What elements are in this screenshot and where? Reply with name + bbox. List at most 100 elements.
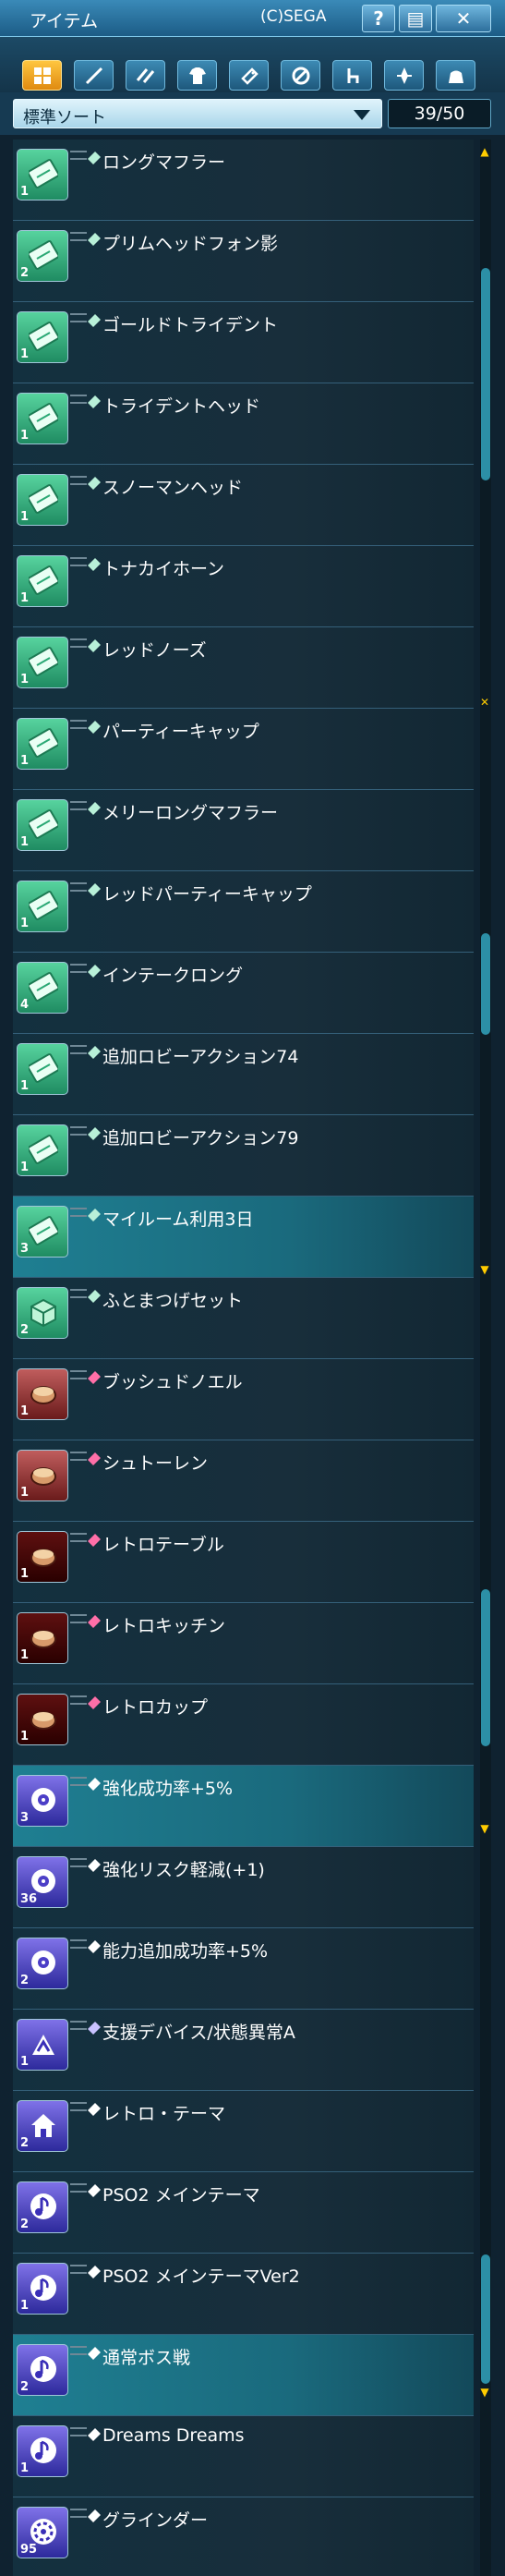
list-item[interactable]: 1 パーティーキャップ [13, 709, 474, 790]
item-quantity: 1 [20, 347, 30, 361]
furniture-icon: 1 [17, 1368, 68, 1420]
scrollbar-thumb-4[interactable] [481, 2254, 490, 2384]
item-name: スノーマンヘッド [102, 478, 244, 498]
item-type-icon [87, 1939, 102, 1955]
equals-icon [70, 1858, 87, 1867]
item-type-icon [87, 2265, 102, 2280]
item-quantity: 1 [20, 1648, 30, 1662]
item-name: PSO2 メインテーマ [102, 2185, 260, 2205]
window-title: アイテム [30, 11, 99, 31]
list-item[interactable]: 1 追加ロビーアクション79 [13, 1115, 474, 1197]
item-name: ロングマフラー [102, 152, 226, 173]
item-type-icon [87, 557, 102, 573]
item-name: マイルーム利用3日 [102, 1209, 254, 1230]
list-item[interactable]: 1 シュトーレン [13, 1440, 474, 1522]
item-name: PSO2 メインテーマVer2 [102, 2266, 300, 2287]
equals-icon [70, 557, 87, 566]
ticket-icon: 1 [17, 1043, 68, 1095]
bag-category-tab[interactable] [436, 60, 475, 91]
scrollbar-thumb-2[interactable] [481, 933, 490, 1035]
list-item[interactable]: 1 レッドパーティーキャップ [13, 871, 474, 953]
scrollbar-thumb-3[interactable] [481, 1589, 490, 1746]
item-quantity: 1 [20, 1730, 30, 1744]
list-item[interactable]: 1 レトロキッチン [13, 1603, 474, 1684]
list-item[interactable]: 2 能力追加成功率+5% [13, 1928, 474, 2010]
armor-category-icon [188, 67, 206, 84]
item-name: レトロ・テーマ [102, 2104, 226, 2124]
item-quantity: 2 [20, 2380, 30, 2394]
list-item[interactable]: 3 強化成功率+5% [13, 1766, 474, 1847]
list-item[interactable]: 36 強化リスク軽減(+1) [13, 1847, 474, 1928]
equals-icon [70, 232, 87, 241]
disc-icon: 2 [17, 1938, 68, 1989]
home-icon: 2 [17, 2100, 68, 2152]
help-button[interactable]: ? [362, 5, 395, 32]
music-icon: 2 [17, 2181, 68, 2233]
unit-category-tab[interactable] [281, 60, 320, 91]
equals-icon [70, 2021, 87, 2030]
item-quantity: 1 [20, 1567, 30, 1581]
list-item[interactable]: 1 スノーマンヘッド [13, 465, 474, 546]
ticket-icon: 3 [17, 1206, 68, 1258]
list-item[interactable]: 1 メリーロングマフラー [13, 790, 474, 871]
equals-icon [70, 2183, 87, 2193]
item-name: ブッシュドノエル [102, 1372, 243, 1392]
scrollbar-track[interactable] [480, 140, 491, 2576]
list-item[interactable]: 1 トナカイホーン [13, 546, 474, 627]
list-item[interactable]: 95 グラインダー [13, 2497, 474, 2576]
list-item[interactable]: 1 追加ロビーアクション74 [13, 1034, 474, 1115]
equals-icon [70, 801, 87, 810]
item-type-icon [87, 964, 102, 979]
weapon-category-tab[interactable] [74, 60, 114, 91]
ticket-icon: 1 [17, 311, 68, 363]
list-item[interactable]: 1 Dreams Dreams [13, 2416, 474, 2497]
item-type-icon [87, 882, 102, 898]
accessory-category-icon [240, 67, 259, 85]
list-item[interactable]: 1 レトロカップ [13, 1684, 474, 1766]
list-item[interactable]: 4 インテークロング [13, 953, 474, 1034]
list-item[interactable]: 1 ブッシュドノエル [13, 1359, 474, 1440]
sort-dropdown[interactable]: 標準ソート [13, 99, 382, 128]
list-item[interactable]: 1 ロングマフラー [13, 140, 474, 221]
list-item[interactable]: 2 通常ボス戦 [13, 2335, 474, 2416]
item-name: 能力追加成功率+5% [102, 1941, 269, 1962]
equals-icon [70, 1695, 87, 1705]
item-quantity: 3 [20, 1242, 30, 1256]
double-weapon-category-tab[interactable] [126, 60, 165, 91]
list-item[interactable]: 1 支援デバイス/状態異常A [13, 2010, 474, 2091]
scrollbar-thumb[interactable] [481, 268, 490, 480]
list-item[interactable]: 1 ゴールドトライデント [13, 302, 474, 383]
item-name: レッドノーズ [102, 640, 207, 661]
list-item[interactable]: 2 PSO2 メインテーマ [13, 2172, 474, 2254]
accessory-category-tab[interactable] [229, 60, 269, 91]
item-name: 強化成功率+5% [102, 1779, 234, 1799]
list-item[interactable]: 1 PSO2 メインテーマVer2 [13, 2254, 474, 2335]
list-item[interactable]: 1 トライデントヘッド [13, 383, 474, 465]
scroll-marker-icon: ▲ [480, 145, 489, 158]
layout-button[interactable]: ▤ [399, 5, 432, 32]
equals-icon [70, 882, 87, 892]
all-category-tab[interactable] [22, 60, 62, 91]
furniture-category-icon [347, 67, 358, 83]
item-name: レトロカップ [102, 1697, 209, 1718]
list-item[interactable]: 1 レッドノーズ [13, 627, 474, 709]
ticket-icon: 1 [17, 637, 68, 688]
list-item[interactable]: 2 ふとまつげセット [13, 1278, 474, 1359]
item-quantity: 1 [20, 429, 30, 443]
furniture-category-tab[interactable] [332, 60, 372, 91]
list-item[interactable]: 3 マイルーム利用3日 [13, 1197, 474, 1278]
compass-category-icon [396, 67, 412, 84]
list-item[interactable]: 2 プリムヘッドフォン影 [13, 221, 474, 302]
equals-icon [70, 1126, 87, 1136]
compass-category-tab[interactable] [384, 60, 424, 91]
list-item[interactable]: 2 レトロ・テーマ [13, 2091, 474, 2172]
list-item[interactable]: 1 レトロテーブル [13, 1522, 474, 1603]
ticket-icon: 2 [17, 230, 68, 282]
item-quantity: 1 [20, 673, 30, 687]
music-icon: 2 [17, 2344, 68, 2396]
capacity-counter: 39/50 [388, 99, 491, 128]
item-name: Dreams Dreams [102, 2425, 245, 2446]
item-type-icon [87, 395, 102, 410]
armor-category-tab[interactable] [177, 60, 217, 91]
close-button[interactable]: ✕ [436, 5, 491, 32]
